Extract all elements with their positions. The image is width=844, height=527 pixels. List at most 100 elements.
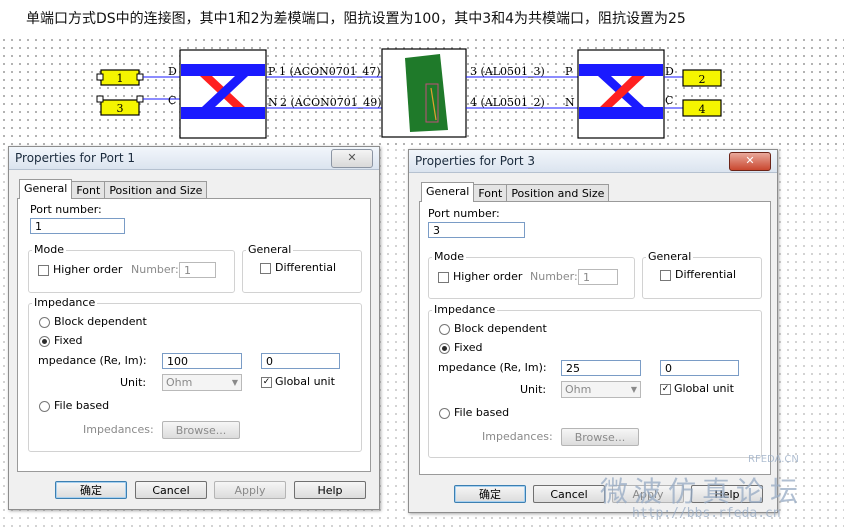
svg-text:C: C <box>665 94 673 107</box>
port-2-label: 2 <box>699 73 706 86</box>
browse-button[interactable]: Browse... <box>561 428 639 446</box>
dialog-titlebar[interactable]: Properties for Port 3 ✕ <box>409 150 777 173</box>
number-input[interactable]: 1 <box>179 262 216 278</box>
higher-order-label: Higher order <box>453 270 523 283</box>
impedance-group-title: Impedance <box>432 303 498 316</box>
unit-select[interactable]: Ohm ▼ <box>561 381 641 398</box>
watermark-small: RFEDA.CN <box>748 454 799 465</box>
checkmark-icon: ✓ <box>262 377 271 387</box>
block-dependent-radio[interactable] <box>439 324 450 335</box>
dialog-titlebar[interactable]: Properties for Port 1 ✕ <box>9 147 379 170</box>
general-tab-panel: Port number: 1 Mode Higher order Number:… <box>17 198 371 472</box>
port-number-label: Port number: <box>428 207 500 220</box>
higher-order-checkbox[interactable] <box>38 265 49 276</box>
port-number-label: Port number: <box>30 203 102 216</box>
net-label-p3: 3 (AL0501_3) <box>470 65 545 78</box>
differential-checkbox[interactable] <box>660 270 671 281</box>
higher-order-checkbox[interactable] <box>438 272 449 283</box>
close-icon: ✕ <box>745 154 755 167</box>
fixed-radio[interactable] <box>39 336 50 347</box>
fixed-radio[interactable] <box>439 343 450 354</box>
port-3-properties-dialog: Properties for Port 3 ✕ General Font Pos… <box>408 149 778 513</box>
cancel-button[interactable]: Cancel <box>533 485 605 503</box>
svg-text:C: C <box>168 94 176 107</box>
mode-group-title: Mode <box>432 250 466 263</box>
ok-button[interactable]: 确定 <box>454 485 526 503</box>
block-dependent-radio[interactable] <box>39 317 50 328</box>
impedance-re-input[interactable]: 25 <box>561 360 641 376</box>
schematic-canvas: 1 3 D C P 1 (ACON0701_47) N 2 (ACON0701_… <box>0 36 844 146</box>
differential-label: Differential <box>675 268 737 281</box>
unit-label: Unit: <box>520 383 547 396</box>
port-3-symbol[interactable]: 3 <box>96 95 144 116</box>
browse-button[interactable]: Browse... <box>162 421 240 439</box>
net-n2-pin: N <box>268 96 278 109</box>
port-number-input[interactable]: 3 <box>428 222 525 238</box>
unit-label: Unit: <box>120 376 147 389</box>
right-diff-block[interactable]: D C <box>577 49 674 139</box>
file-based-radio[interactable] <box>439 408 450 419</box>
differential-checkbox[interactable] <box>260 263 271 274</box>
impedance-re-input[interactable]: 100 <box>162 353 242 369</box>
port-1-properties-dialog: Properties for Port 1 ✕ General Font Pos… <box>8 146 380 510</box>
checkmark-icon: ✓ <box>661 384 670 394</box>
tab-general[interactable]: General <box>19 179 73 199</box>
port-number-input[interactable]: 1 <box>30 218 125 234</box>
port-4-symbol[interactable]: 4 <box>682 99 722 117</box>
schematic-diagram: 1 3 D C P 1 (ACON0701_47) N 2 (ACON0701_… <box>96 48 722 139</box>
impedance-im-input[interactable]: 0 <box>660 360 739 376</box>
net-label-n4: 4 (AL0501_2) <box>470 96 545 109</box>
tab-position-and-size[interactable]: Position and Size <box>506 184 610 202</box>
close-icon: ✕ <box>347 151 357 164</box>
impedance-im-input[interactable]: 0 <box>261 353 340 369</box>
impedance-group-title: Impedance <box>32 296 98 309</box>
help-button[interactable]: Help <box>294 481 366 499</box>
block-dependent-label: Block dependent <box>454 322 547 335</box>
block-dependent-label: Block dependent <box>54 315 147 328</box>
global-unit-label: Global unit <box>674 382 734 395</box>
close-button[interactable]: ✕ <box>729 152 771 171</box>
general-group-title: General <box>246 243 294 256</box>
unit-select[interactable]: Ohm ▼ <box>162 374 242 391</box>
tab-font[interactable]: Font <box>473 184 508 202</box>
left-diff-block[interactable]: D C <box>168 49 267 139</box>
fixed-label: Fixed <box>454 341 483 354</box>
differential-label: Differential <box>275 261 337 274</box>
chevron-down-icon: ▼ <box>630 385 637 394</box>
general-tab-panel: Port number: 3 Mode Higher order Number:… <box>419 201 771 475</box>
ok-button[interactable]: 确定 <box>55 481 127 499</box>
unit-select-value: Ohm <box>565 383 592 396</box>
global-unit-label: Global unit <box>275 375 335 388</box>
board-block[interactable] <box>381 48 467 138</box>
impedance-label: mpedance (Re, Im): <box>38 354 147 367</box>
dialog-title: Properties for Port 1 <box>15 151 136 165</box>
tab-general[interactable]: General <box>421 182 475 202</box>
watermark-url: http://bbs.rfeda.cn <box>632 506 781 521</box>
file-based-label: File based <box>54 399 110 412</box>
svg-text:N: N <box>565 96 575 109</box>
tab-position-and-size[interactable]: Position and Size <box>104 181 208 199</box>
cancel-button[interactable]: Cancel <box>135 481 207 499</box>
impedance-label: mpedance (Re, Im): <box>438 361 547 374</box>
svg-text:D: D <box>665 65 674 78</box>
global-unit-checkbox[interactable]: ✓ <box>261 377 272 388</box>
number-input[interactable]: 1 <box>578 269 618 285</box>
svg-text:P: P <box>565 65 573 78</box>
chevron-down-icon: ▼ <box>231 378 238 387</box>
apply-button[interactable]: Apply <box>214 481 286 499</box>
watermark-title: 微波仿真论坛 <box>600 475 805 508</box>
port-3-label: 3 <box>117 102 124 115</box>
impedances-label: Impedances: <box>83 423 154 436</box>
port-1-label: 1 <box>117 72 124 85</box>
dialog-title: Properties for Port 3 <box>415 154 536 168</box>
page-caption: 单端口方式DS中的连接图，其中1和2为差模端口，阻抗设置为100，其中3和4为共… <box>26 11 686 27</box>
tab-font[interactable]: Font <box>71 181 106 199</box>
number-label: Number: <box>131 263 179 276</box>
port-2-symbol[interactable]: 2 <box>682 69 722 87</box>
svg-text:D: D <box>168 65 177 78</box>
number-label: Number: <box>530 270 578 283</box>
file-based-radio[interactable] <box>39 401 50 412</box>
close-button[interactable]: ✕ <box>331 149 373 168</box>
port-1-symbol[interactable]: 1 <box>96 69 144 86</box>
global-unit-checkbox[interactable]: ✓ <box>660 384 671 395</box>
